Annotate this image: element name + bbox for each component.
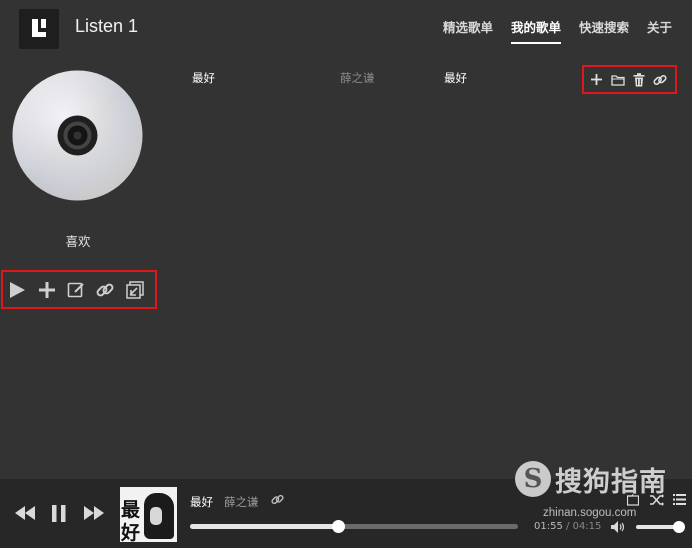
next-track-icon[interactable] bbox=[84, 506, 104, 520]
trash-icon bbox=[633, 72, 645, 86]
now-playing-cover[interactable]: 最 好 bbox=[120, 487, 177, 542]
export-icon bbox=[126, 280, 144, 299]
song-link-button[interactable] bbox=[653, 72, 667, 87]
link-icon bbox=[653, 74, 667, 85]
song-artist[interactable]: 薛之谦 bbox=[340, 70, 375, 86]
folder-icon bbox=[610, 74, 625, 86]
pause-icon[interactable] bbox=[52, 505, 66, 522]
progress-bar[interactable] bbox=[190, 520, 518, 533]
export-playlist-button[interactable] bbox=[126, 280, 144, 300]
playlist-name: 喜欢 bbox=[65, 234, 91, 249]
current-time: 01:55 bbox=[534, 521, 563, 532]
header: Listen 1 精选歌单 我的歌单 快速搜索 关于 bbox=[0, 0, 692, 56]
nav-quick-search[interactable]: 快速搜索 bbox=[579, 17, 629, 44]
app-logo[interactable] bbox=[19, 9, 59, 49]
nav-my-playlists[interactable]: 我的歌单 bbox=[510, 17, 561, 44]
play-all-button[interactable] bbox=[8, 280, 26, 300]
edit-playlist-button[interactable] bbox=[67, 280, 85, 300]
link-icon bbox=[97, 283, 114, 296]
song-row[interactable]: 最好 薛之谦 最好 bbox=[180, 70, 580, 88]
sogou-watermark: S 搜狗指南 bbox=[513, 455, 688, 503]
nav-about[interactable]: 关于 bbox=[647, 17, 672, 44]
total-time: 04:15 bbox=[572, 521, 602, 532]
progress-fill bbox=[190, 524, 338, 529]
add-to-playlist-button[interactable] bbox=[610, 72, 625, 87]
now-playing-artist[interactable]: 薛之谦 bbox=[224, 494, 259, 510]
playlist-link-button[interactable] bbox=[96, 280, 114, 300]
previous-track-icon[interactable] bbox=[15, 506, 35, 520]
playlist-cover-disc bbox=[12, 70, 143, 201]
cover-char-2: 好 bbox=[121, 522, 141, 542]
volume-slider[interactable] bbox=[636, 521, 685, 533]
watermark-brand: 搜狗指南 bbox=[555, 467, 667, 498]
edit-icon bbox=[67, 282, 84, 297]
progress-knob[interactable] bbox=[331, 520, 345, 533]
add-icon bbox=[38, 281, 55, 298]
nav-featured-playlists[interactable]: 精选歌单 bbox=[443, 17, 493, 44]
main-nav: 精选歌单 我的歌单 快速搜索 关于 bbox=[425, 17, 672, 44]
time-display: 01:55 / 04:15 bbox=[534, 521, 601, 532]
now-playing-title[interactable]: 最好 bbox=[190, 494, 213, 510]
add-to-queue-button[interactable] bbox=[590, 72, 603, 87]
sogou-logo-icon: S bbox=[515, 461, 551, 497]
song-actions-toolbar bbox=[582, 65, 677, 94]
song-album[interactable]: 最好 bbox=[444, 70, 467, 86]
app-title: Listen 1 bbox=[75, 16, 139, 36]
remove-song-button[interactable] bbox=[633, 72, 646, 87]
volume-icon[interactable] bbox=[611, 521, 627, 533]
watermark-url: zhinan.sogou.com bbox=[543, 507, 637, 519]
playlist-toolbar bbox=[1, 270, 157, 309]
link-icon[interactable] bbox=[271, 493, 284, 506]
add-icon bbox=[590, 74, 602, 85]
volume-knob[interactable] bbox=[673, 521, 685, 533]
play-icon bbox=[10, 281, 26, 298]
time-separator: / bbox=[566, 521, 570, 532]
song-title[interactable]: 最好 bbox=[192, 70, 215, 86]
add-to-button[interactable] bbox=[37, 280, 55, 300]
